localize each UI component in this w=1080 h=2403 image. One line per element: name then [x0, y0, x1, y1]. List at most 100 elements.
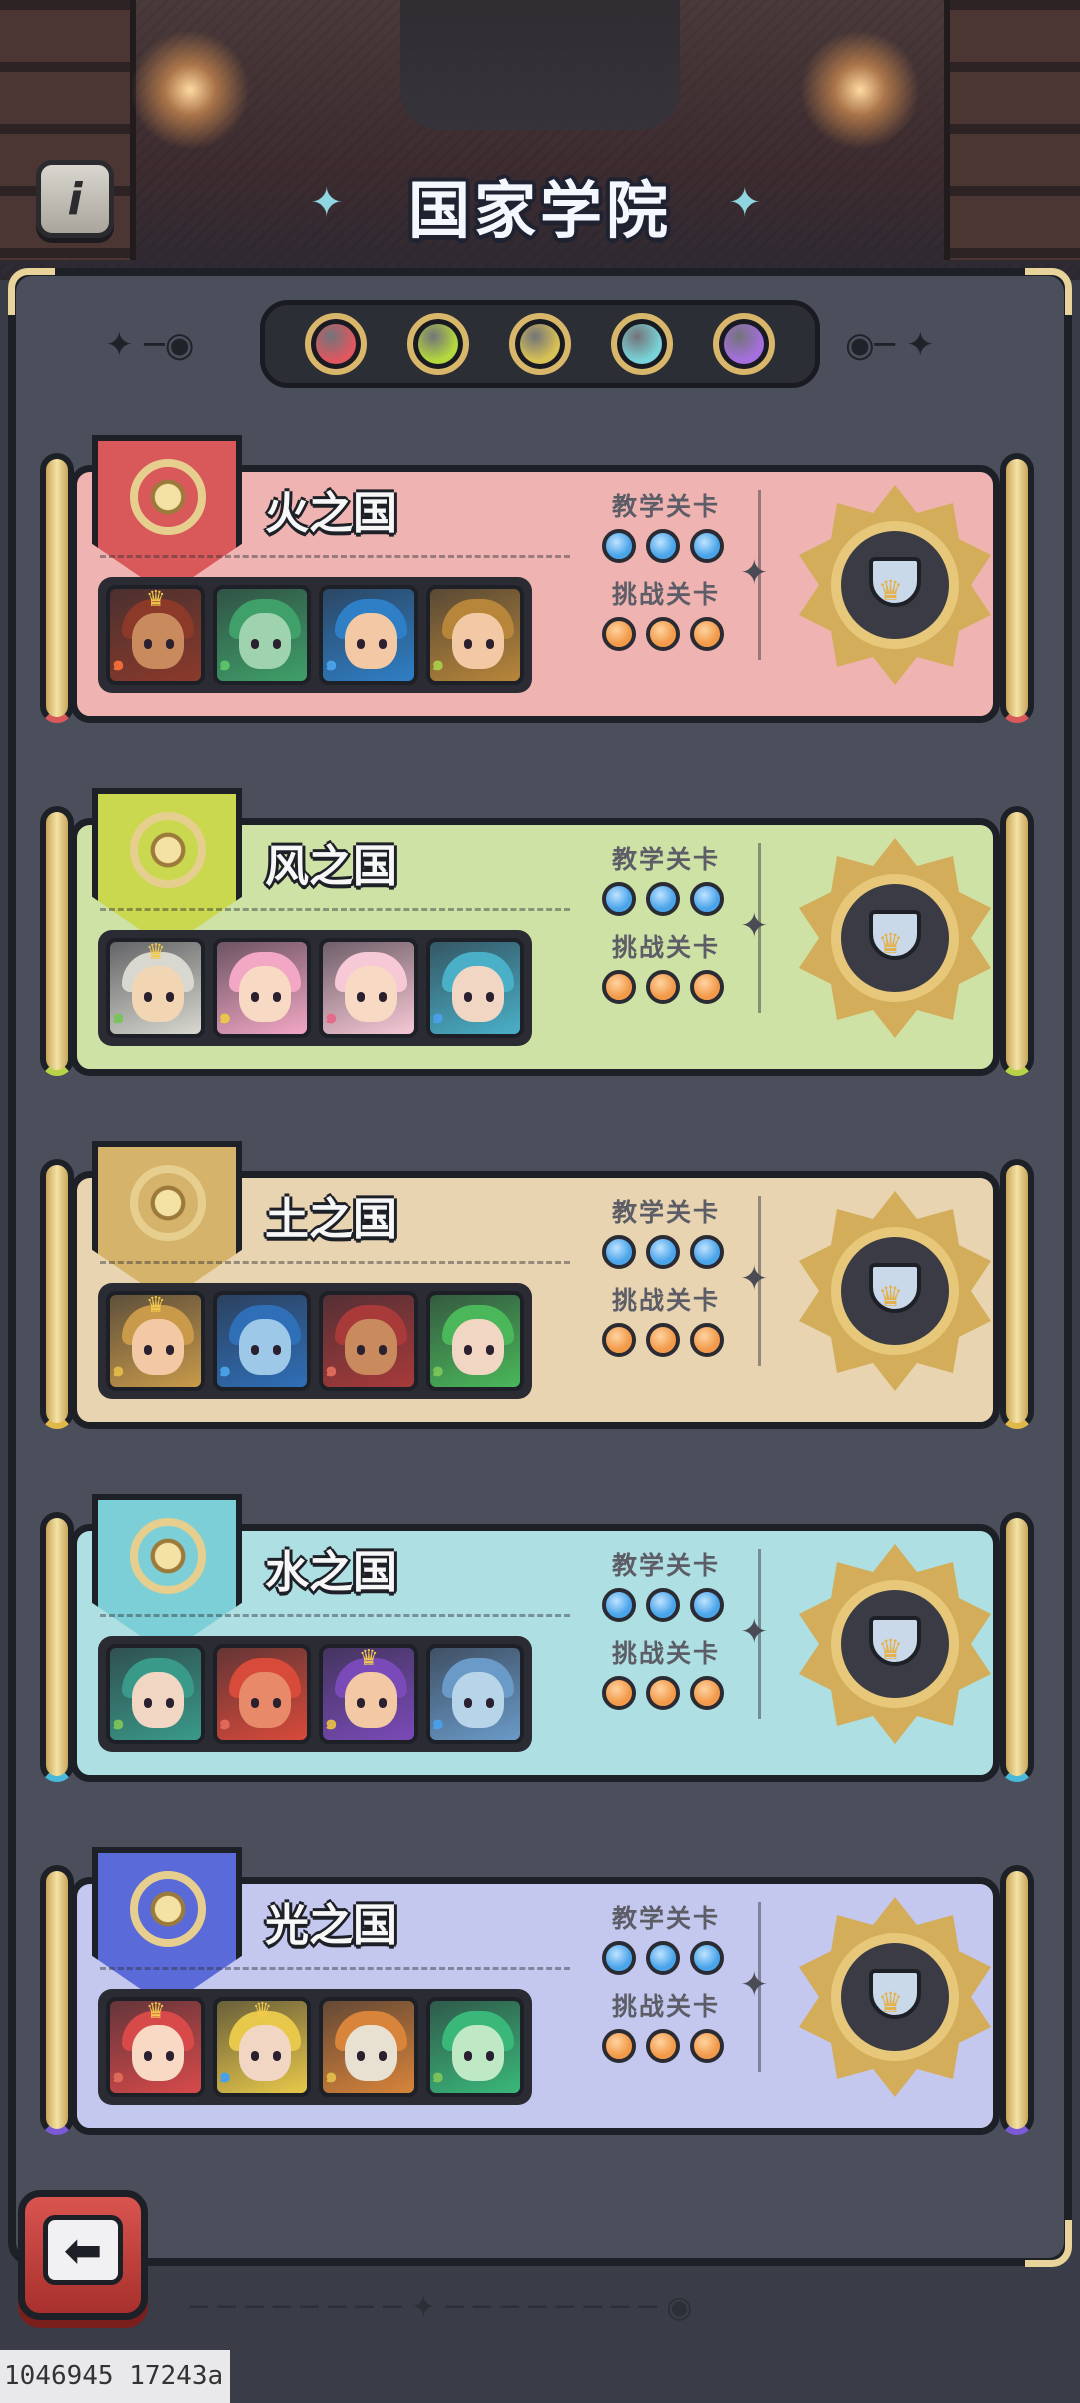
back-button[interactable]: ⬅: [18, 2190, 148, 2320]
element-filter-bar: [260, 300, 820, 388]
teach-stage-dot: [646, 529, 680, 563]
country-card[interactable]: 火之国 ♛ ๑๑๑๑教学关卡 挑战关卡 ✦ ♛: [40, 435, 1040, 729]
element-icon: ๑: [218, 2063, 232, 2087]
country-card[interactable]: 土之国 ♛ ๑๑๑๑教学关卡 挑战关卡 ✦ ♛: [40, 1141, 1040, 1435]
challenge-stage-dot: [602, 1323, 636, 1357]
teach-stage-label: 教学关卡: [612, 1551, 721, 1580]
country-card[interactable]: 风之国 ♛ ๑๑๑๑教学关卡 挑战关卡 ✦ ♛: [40, 788, 1040, 1082]
teach-stage-dot: [646, 1235, 680, 1269]
hero-portrait[interactable]: ♛ ๑: [212, 1997, 311, 2097]
info-button[interactable]: i: [36, 160, 114, 238]
scroll-right: [1000, 1512, 1034, 1782]
crown-badge-icon[interactable]: ♛: [795, 1897, 995, 2097]
hero-portrait[interactable]: ๑: [212, 1291, 311, 1391]
crown-badge-icon[interactable]: ♛: [795, 1544, 995, 1744]
hero-eye: [166, 1698, 174, 1708]
hero-face: [345, 1672, 397, 1728]
element-icon: ๑: [325, 1004, 338, 1028]
dashed-divider: [100, 1967, 570, 1970]
hero-face: [345, 1319, 397, 1375]
sparkle-icon: ✦: [740, 1612, 769, 1652]
element-orb-earth[interactable]: [509, 313, 571, 375]
challenge-stage-label: 挑战关卡: [612, 1639, 721, 1668]
hero-eye: [357, 2051, 365, 2061]
challenge-stage-dots: [602, 2029, 724, 2063]
hero-face: [132, 2025, 184, 2081]
panel-corner: [1025, 2220, 1072, 2267]
scroll-right: [1000, 1865, 1034, 2135]
element-icon: ๑: [325, 2063, 338, 2087]
lamp-right: [800, 30, 920, 150]
teach-stage-dots: [602, 1235, 724, 1269]
crown-badge-icon[interactable]: ♛: [795, 1191, 995, 1391]
teach-stage-label: 教学关卡: [612, 1904, 721, 1933]
hero-eye: [379, 1345, 387, 1355]
element-icon: ๑: [112, 1004, 125, 1028]
scroll-left: [40, 1512, 74, 1782]
hero-eye: [250, 639, 259, 649]
teach-stage-dot: [646, 882, 680, 916]
hero-eye: [272, 1698, 281, 1708]
hero-eye: [166, 2051, 174, 2061]
teach-stage-dot: [690, 1235, 724, 1269]
hero-portrait[interactable]: ๑: [106, 1644, 205, 1744]
element-icon: ๑: [431, 2063, 445, 2087]
hero-portrait[interactable]: ๑: [212, 1644, 311, 1744]
challenge-stage-dot: [646, 617, 680, 651]
hero-portrait[interactable]: ๑: [425, 1997, 524, 2097]
hero-portrait[interactable]: ๑: [212, 585, 311, 685]
scroll-left: [40, 1865, 74, 2135]
teach-stage-dot: [602, 1588, 636, 1622]
bookshelf-right: [944, 0, 1080, 260]
country-card[interactable]: 水之国๑๑ ♛ ๑๑教学关卡 挑战关卡 ✦ ♛: [40, 1494, 1040, 1788]
hero-eye: [379, 992, 387, 1002]
hero-portrait[interactable]: ๑: [425, 938, 524, 1038]
element-icon: ๑: [112, 1357, 125, 1381]
crown-badge-icon[interactable]: ♛: [795, 838, 995, 1038]
sparkle-icon: ✦: [740, 906, 769, 946]
element-orb-water[interactable]: [611, 313, 673, 375]
crown-icon: ♛: [252, 1999, 273, 2024]
divider-deco-left: ✦ ─◉: [105, 325, 195, 365]
hero-portrait[interactable]: ๑: [425, 1291, 524, 1391]
country-emblem-icon: [130, 1165, 206, 1241]
challenge-stage-dot: [646, 1323, 680, 1357]
hero-portrait[interactable]: ♛ ๑: [319, 1644, 418, 1744]
hero-portrait[interactable]: ๑: [425, 1644, 524, 1744]
hero-list: ♛ ๑๑๑๑: [98, 1283, 532, 1399]
element-orb-light[interactable]: [713, 313, 775, 375]
hero-eye: [379, 639, 387, 649]
hero-face: [238, 1672, 291, 1728]
hero-face: [132, 613, 184, 669]
hero-portrait[interactable]: ๑: [319, 1997, 418, 2097]
hero-portrait[interactable]: ๑: [425, 585, 524, 685]
element-orb-wind[interactable]: [407, 313, 469, 375]
hero-face: [238, 966, 291, 1022]
scroll-right: [1000, 806, 1034, 1076]
teach-stage-dots: [602, 1588, 724, 1622]
hero-portrait[interactable]: ♛ ๑: [106, 938, 205, 1038]
hero-portrait[interactable]: ♛ ๑: [106, 1997, 205, 2097]
country-card[interactable]: 光之国 ♛ ๑ ♛ ๑๑๑教学关卡 挑战关卡 ✦ ♛: [40, 1847, 1040, 2141]
hero-eye: [144, 2051, 152, 2061]
challenge-stage-dot: [602, 1676, 636, 1710]
hero-portrait[interactable]: ๑: [319, 938, 418, 1038]
element-icon: ๑: [218, 1357, 232, 1381]
element-orb-fire[interactable]: [305, 313, 367, 375]
hero-portrait[interactable]: ๑: [319, 1291, 418, 1391]
hero-portrait[interactable]: ♛ ๑: [106, 585, 205, 685]
hero-eye: [463, 2051, 472, 2061]
hero-eye: [144, 1345, 152, 1355]
crown-icon: ♛: [878, 1633, 904, 1666]
scroll-right: [1000, 453, 1034, 723]
hero-portrait[interactable]: ๑: [212, 938, 311, 1038]
crown-badge-icon[interactable]: ♛: [795, 485, 995, 685]
teach-stage-dots: [602, 882, 724, 916]
hero-eye: [144, 992, 152, 1002]
hero-eye: [463, 992, 472, 1002]
country-name: 风之国: [265, 841, 397, 892]
challenge-stage-dots: [602, 617, 724, 651]
hero-portrait[interactable]: ♛ ๑: [106, 1291, 205, 1391]
hero-portrait[interactable]: ๑: [319, 585, 418, 685]
hero-eye: [166, 992, 174, 1002]
